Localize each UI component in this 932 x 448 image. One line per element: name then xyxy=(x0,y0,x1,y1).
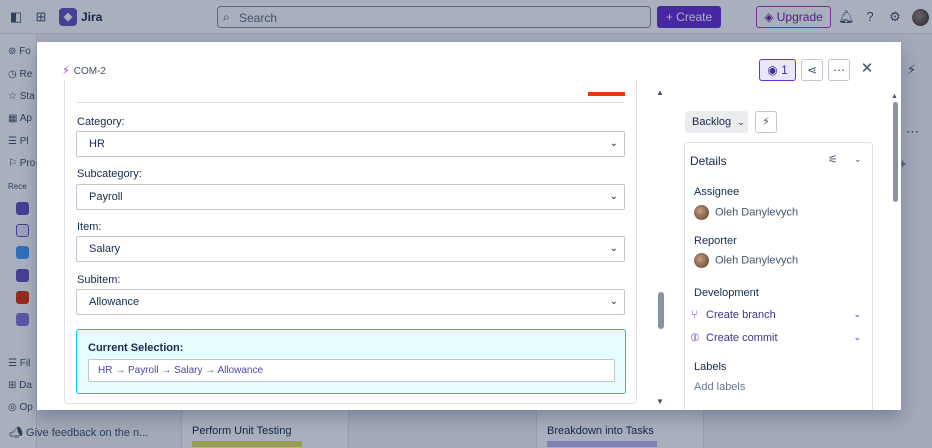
configure-fields-icon[interactable]: ⚟ xyxy=(828,153,838,166)
close-button[interactable]: ✕ xyxy=(856,59,878,81)
chevron-down-icon[interactable]: ⌄ xyxy=(853,309,861,320)
chevron-down-icon: ⌄ xyxy=(609,191,618,202)
scroll-up-arrow-icon[interactable]: ▲ xyxy=(891,93,898,100)
more-actions-button[interactable]: ⋯ xyxy=(828,59,850,81)
category-select[interactable]: HR ⌄ xyxy=(76,131,625,157)
subcategory-label: Subcategory: xyxy=(77,168,142,180)
share-button[interactable]: ⋖ xyxy=(801,59,823,81)
divider xyxy=(76,102,625,103)
status-dropdown[interactable]: Backlog ⌄ xyxy=(685,111,748,133)
watch-count: 1 xyxy=(781,63,788,77)
assignee-field[interactable]: Oleh Danylevych xyxy=(694,205,798,221)
scroll-up-arrow-icon[interactable]: ▲ xyxy=(656,88,664,97)
issue-key-breadcrumb[interactable]: ⚡︎ COM-2 xyxy=(62,64,106,77)
item-select[interactable]: Salary ⌄ xyxy=(76,236,625,262)
watch-button[interactable]: ◉ 1 xyxy=(759,59,796,81)
scrollbar-thumb[interactable] xyxy=(893,102,898,202)
chevron-down-icon[interactable]: ⌄ xyxy=(853,332,861,343)
panel-tab-indicator xyxy=(588,92,625,96)
category-label: Category: xyxy=(77,116,125,128)
share-icon: ⋖ xyxy=(806,63,818,77)
details-header[interactable]: Details xyxy=(690,154,727,168)
avatar xyxy=(694,205,709,220)
current-selection-path: HR → Payroll → Salary → Allowance xyxy=(88,359,615,382)
issue-modal: ⚡︎ COM-2 ◉ 1 ⋖ ⋯ ✕ Category: HR ⌄ Subcate… xyxy=(37,42,901,410)
chevron-down-icon[interactable]: ⌄ xyxy=(854,154,862,165)
assignee-label: Assignee xyxy=(694,186,740,198)
add-labels-field[interactable]: Add labels xyxy=(694,381,745,393)
subitem-label: Subitem: xyxy=(77,274,121,286)
details-panel: Details ⚟ ⌄ Assignee Oleh Danylevych Rep… xyxy=(684,142,873,410)
chevron-down-icon: ⌄ xyxy=(609,243,618,254)
chevron-down-icon: ⌄ xyxy=(609,296,618,307)
current-selection-box: Current Selection: HR → Payroll → Salary… xyxy=(76,329,626,394)
labels-label: Labels xyxy=(694,361,727,373)
bolt-icon: ⚡︎ xyxy=(762,116,770,128)
reporter-field[interactable]: Oleh Danylevych xyxy=(694,253,798,269)
chevron-down-icon: ⌄ xyxy=(737,117,745,127)
automation-button[interactable]: ⚡︎ xyxy=(755,111,777,133)
scrollbar-thumb[interactable] xyxy=(658,292,664,329)
scroll-down-arrow-icon[interactable]: ▼ xyxy=(656,397,664,406)
epic-icon: ⚡︎ xyxy=(62,65,70,77)
avatar xyxy=(694,253,709,268)
subcategory-select[interactable]: Payroll ⌄ xyxy=(76,184,625,210)
reporter-label: Reporter xyxy=(694,235,737,247)
development-label: Development xyxy=(694,287,759,299)
close-icon: ✕ xyxy=(860,60,874,77)
commit-icon: ⦶ xyxy=(691,332,699,344)
eye-icon: ◉ xyxy=(767,63,778,77)
current-selection-title: Current Selection: xyxy=(88,342,184,354)
item-label: Item: xyxy=(77,221,102,233)
more-icon: ⋯ xyxy=(833,63,845,77)
create-branch-link[interactable]: ⑂ Create branch ⌄ xyxy=(691,309,861,325)
subitem-select[interactable]: Allowance ⌄ xyxy=(76,289,625,315)
chevron-down-icon: ⌄ xyxy=(609,138,618,149)
create-commit-link[interactable]: ⦶ Create commit ⌄ xyxy=(691,332,861,348)
branch-icon: ⑂ xyxy=(691,309,698,321)
